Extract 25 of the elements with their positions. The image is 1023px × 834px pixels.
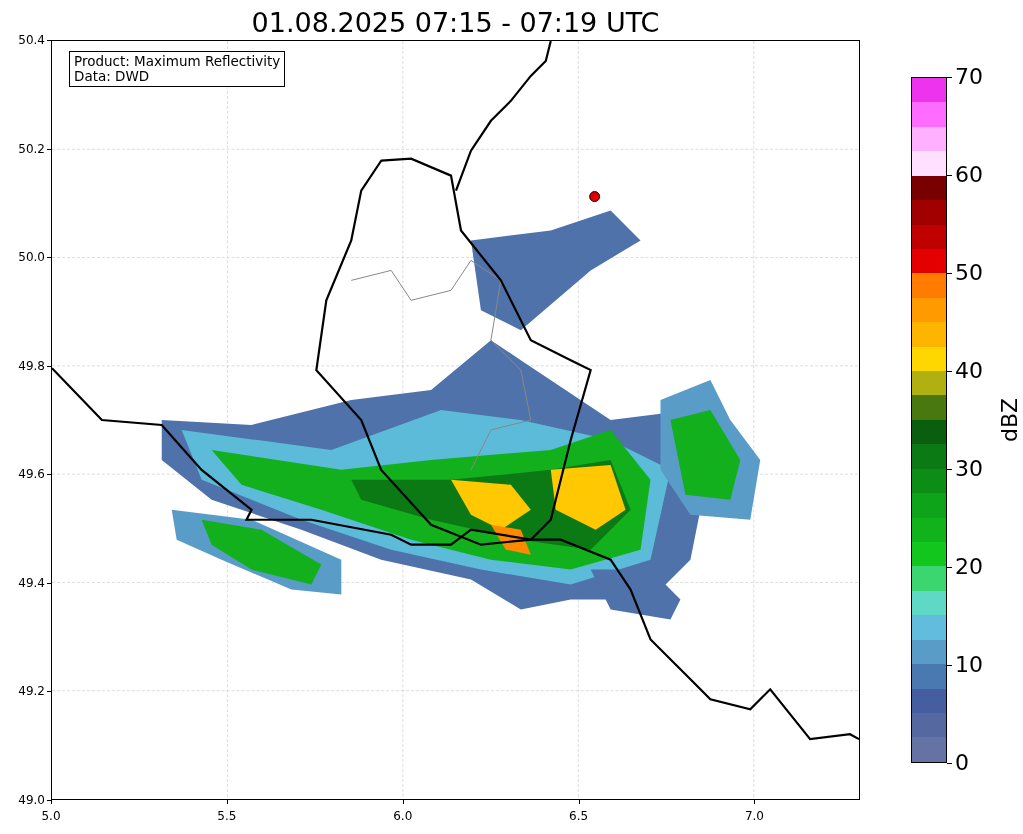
colorbar-tick-label: 50 [955,261,983,285]
legend-text: Data: DWD [74,69,151,84]
axis-tick-label: 49.8 [18,358,45,373]
colorbar-tick-label: 40 [955,359,983,383]
chart-title: 01.08.2025 07:15 - 07:19 UTC [250,5,661,36]
colorbar-tick-label: 10 [955,653,983,677]
axis-tick-label: 6.0 [393,808,413,825]
colorbar-tick-label: 20 [955,555,983,579]
colorbar-tick-label: 0 [955,751,969,775]
axis-tick-label: 49.6 [18,467,45,482]
axis-tick-label: 5.0 [41,808,61,825]
colorbar-tick-label: 30 [955,457,983,481]
colorbar-label: dBZ [995,397,1023,443]
axis-tick-label: 6.5 [569,808,589,825]
axis-tick-label: 49.0 [18,793,45,807]
colorbar-tick-label: 70 [955,65,983,89]
axis-tick-label: 50.4 [18,33,45,47]
legend-text: Product: Maximum Reflectivity [74,54,281,69]
axis-tick-label: 7.0 [744,808,764,825]
colorbar-tick-label: 60 [955,163,983,187]
axis-tick-label: 50.2 [18,141,45,156]
axis-tick-label: 5.5 [217,808,237,825]
axis-tick-label: 49.2 [18,684,45,699]
axis-tick-label: 49.4 [18,575,45,590]
axis-tick-label: 50.0 [18,250,45,265]
